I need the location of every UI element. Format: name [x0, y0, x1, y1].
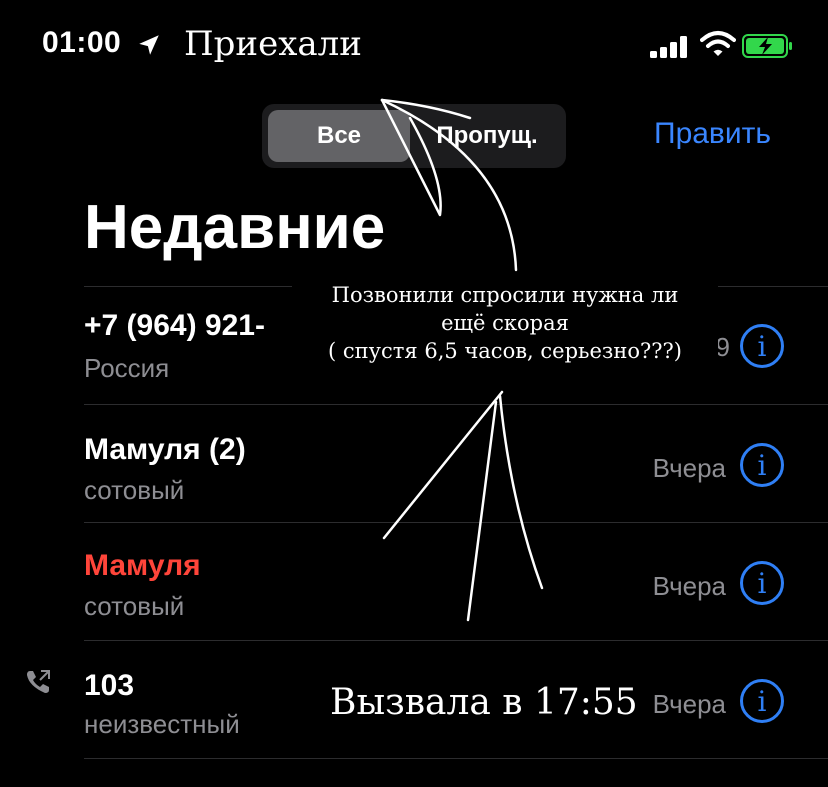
caller-name-missed: Мамуля	[84, 549, 201, 582]
edit-button[interactable]: Править	[654, 117, 771, 151]
location-arrow-icon	[139, 35, 159, 55]
caller-subtitle: сотовый	[84, 591, 185, 621]
info-icon[interactable]: i	[740, 561, 784, 605]
wifi-icon	[700, 31, 736, 56]
handwritten-note-arrived: Приехали	[184, 24, 362, 64]
note-line: ещё скорая	[441, 311, 569, 335]
caller-name: 103	[84, 669, 135, 702]
info-icon[interactable]: i	[740, 324, 784, 368]
battery-charging-icon	[742, 34, 792, 58]
handwritten-note-callback: Позвонили спросили нужна ли ещё скорая (…	[292, 281, 718, 381]
info-icon[interactable]: i	[740, 443, 784, 487]
segment-missed[interactable]: Пропущ.	[412, 110, 562, 162]
call-date: Вчера	[652, 571, 726, 601]
page-title: Недавние	[84, 193, 386, 262]
caller-subtitle: сотовый	[84, 475, 185, 505]
caller-name: +7 (964) 921-	[84, 309, 265, 342]
call-row[interactable]: Мамуля (2) сотовый Вчера i	[0, 405, 828, 522]
call-date: Вчера	[652, 453, 726, 483]
handwritten-note-called-at: Вызвала в 17:55	[330, 682, 638, 723]
call-row[interactable]: Мамуля сотовый Вчера i	[0, 523, 828, 640]
list-divider	[84, 758, 828, 759]
outgoing-call-icon	[27, 670, 50, 693]
note-line: Позвонили спросили нужна ли	[331, 283, 679, 307]
status-time: 01:00	[42, 26, 122, 59]
cellular-signal-icon	[650, 36, 687, 58]
segment-all[interactable]: Все	[268, 110, 410, 162]
caller-subtitle: неизвестный	[84, 709, 240, 739]
info-icon[interactable]: i	[740, 679, 784, 723]
caller-subtitle: Россия	[84, 353, 170, 383]
note-line: ( спустя 6,5 часов, серьезно???)	[328, 339, 682, 363]
caller-name: Мамуля (2)	[84, 433, 246, 466]
